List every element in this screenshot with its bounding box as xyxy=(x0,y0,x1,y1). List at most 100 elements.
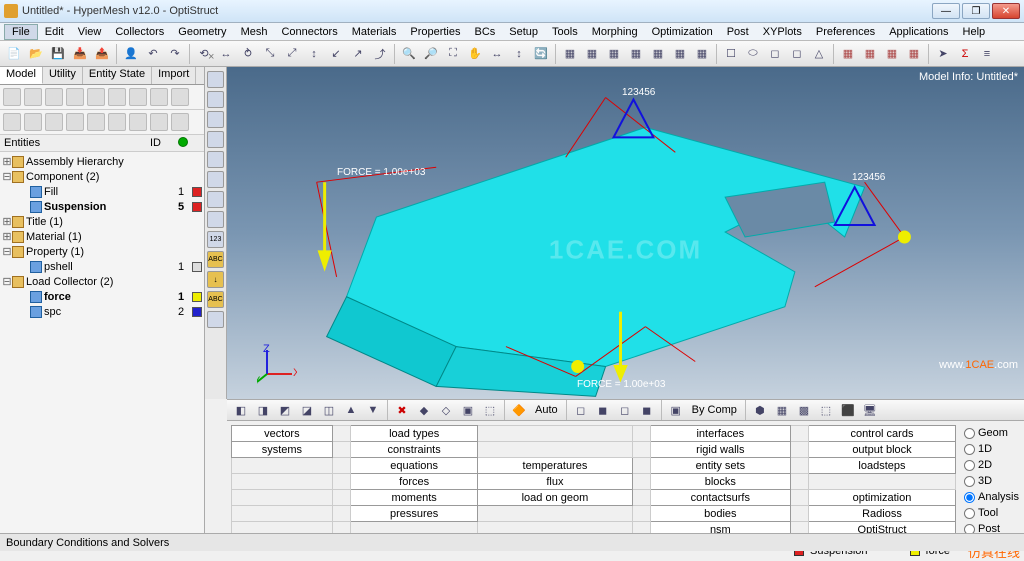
box-icon[interactable]: ☐ xyxy=(721,44,741,64)
cmd-constraints[interactable]: constraints xyxy=(351,442,478,458)
func-icon[interactable]: ➤ xyxy=(933,44,953,64)
vtool-icon[interactable]: ↓ xyxy=(207,271,224,288)
menu-help[interactable]: Help xyxy=(956,25,993,39)
close-button[interactable]: ✕ xyxy=(992,3,1020,19)
win1-icon[interactable]: ▦ xyxy=(560,44,580,64)
mt-icon[interactable] xyxy=(24,88,42,106)
tab-utility[interactable]: Utility xyxy=(43,67,83,84)
minimize-button[interactable]: — xyxy=(932,3,960,19)
vb-icon[interactable]: ◻ xyxy=(571,400,591,420)
vb-icon[interactable]: ◩ xyxy=(275,400,295,420)
mt-icon[interactable] xyxy=(108,113,126,131)
cmd-interfaces[interactable]: interfaces xyxy=(651,426,791,442)
tree-property[interactable]: Property (1) xyxy=(26,246,202,258)
vb-icon[interactable]: ⬢ xyxy=(750,400,770,420)
cmd-loadsteps[interactable]: loadsteps xyxy=(808,458,955,474)
vb-icon[interactable]: ▲ xyxy=(341,400,361,420)
cmd-temperatures[interactable]: temperatures xyxy=(478,458,633,474)
vb-icon[interactable]: ◻ xyxy=(615,400,635,420)
menu-mesh[interactable]: Mesh xyxy=(234,25,275,39)
cmd-optimization[interactable]: optimization xyxy=(808,490,955,506)
mt-icon[interactable] xyxy=(150,88,168,106)
grid1-icon[interactable]: ▦ xyxy=(838,44,858,64)
list-icon[interactable]: ≡ xyxy=(977,44,997,64)
axis-icon[interactable]: ⥁ xyxy=(238,44,258,64)
mt-icon[interactable] xyxy=(3,113,21,131)
redo-icon[interactable]: ↷ xyxy=(165,44,185,64)
cmd-Radioss[interactable]: Radioss xyxy=(808,506,955,522)
mt-icon[interactable] xyxy=(171,88,189,106)
radio-3d[interactable]: 3D xyxy=(964,473,1020,489)
vtool-icon[interactable] xyxy=(207,71,224,88)
menu-materials[interactable]: Materials xyxy=(345,25,404,39)
menu-optimization[interactable]: Optimization xyxy=(645,25,720,39)
win7-icon[interactable]: ▦ xyxy=(692,44,712,64)
mt-icon[interactable] xyxy=(87,113,105,131)
radio-analysis[interactable]: Analysis xyxy=(964,489,1020,505)
vb-icon[interactable]: ◼ xyxy=(593,400,613,420)
menu-collectors[interactable]: Collectors xyxy=(108,25,171,39)
vb-icon[interactable]: 🖥 xyxy=(860,400,880,420)
vtool-icon[interactable]: ABC xyxy=(207,251,224,268)
vtool-icon[interactable] xyxy=(207,191,224,208)
cmd-control-cards[interactable]: control cards xyxy=(808,426,955,442)
cmd-rigid-walls[interactable]: rigid walls xyxy=(651,442,791,458)
cmd-systems[interactable]: systems xyxy=(232,442,333,458)
user-icon[interactable]: 👤 xyxy=(121,44,141,64)
menu-post[interactable]: Post xyxy=(720,25,756,39)
cmd-blocks[interactable]: blocks xyxy=(651,474,791,490)
tree-fill[interactable]: Fill xyxy=(44,186,178,198)
mt-icon[interactable] xyxy=(171,113,189,131)
menu-view[interactable]: View xyxy=(71,25,109,39)
axis7-icon[interactable]: ⤴ xyxy=(370,44,390,64)
win3-icon[interactable]: ▦ xyxy=(604,44,624,64)
maximize-button[interactable]: ❐ xyxy=(962,3,990,19)
cmd-equations[interactable]: equations xyxy=(351,458,478,474)
color-swatch[interactable] xyxy=(192,262,202,272)
vtool-icon[interactable] xyxy=(207,211,224,228)
vtool-icon[interactable] xyxy=(207,91,224,108)
vtool-icon[interactable] xyxy=(207,151,224,168)
vtool-icon[interactable]: ABC xyxy=(207,291,224,308)
vb-icon[interactable]: ▣ xyxy=(458,400,478,420)
vtool-icon[interactable]: 123 xyxy=(207,231,224,248)
spin-icon[interactable]: 🔄 xyxy=(531,44,551,64)
radio-tool[interactable]: Tool xyxy=(964,505,1020,521)
tree-suspension[interactable]: Suspension xyxy=(44,201,178,213)
vb-icon[interactable]: ◇ xyxy=(436,400,456,420)
grid4-icon[interactable]: ▦ xyxy=(904,44,924,64)
cmd-load-types[interactable]: load types xyxy=(351,426,478,442)
cmd-forces[interactable]: forces xyxy=(351,474,478,490)
mt-icon[interactable] xyxy=(66,113,84,131)
tree-pshell[interactable]: pshell xyxy=(44,261,178,273)
vtool-icon[interactable] xyxy=(207,311,224,328)
tree-component[interactable]: Component (2) xyxy=(26,171,202,183)
cube2-icon[interactable]: ◻ xyxy=(787,44,807,64)
radio-2d[interactable]: 2D xyxy=(964,457,1020,473)
axis4-icon[interactable]: ↕ xyxy=(304,44,324,64)
vb-icon[interactable]: ⬛ xyxy=(838,400,858,420)
color-swatch[interactable] xyxy=(192,307,202,317)
undo-icon[interactable]: ↶ xyxy=(143,44,163,64)
tab-model[interactable]: Model xyxy=(0,67,43,84)
menu-tools[interactable]: Tools xyxy=(545,25,585,39)
cone-icon[interactable]: △ xyxy=(809,44,829,64)
cmd-bodies[interactable]: bodies xyxy=(651,506,791,522)
color-swatch[interactable] xyxy=(192,202,202,212)
cmd-load-on-geom[interactable]: load on geom xyxy=(478,490,633,506)
menu-bcs[interactable]: BCs xyxy=(468,25,503,39)
model-tree[interactable]: ⊞Assembly Hierarchy ⊟Component (2) Fill1… xyxy=(0,152,204,533)
auto-label[interactable]: Auto xyxy=(531,404,562,416)
cmd-output-block[interactable]: output block xyxy=(808,442,955,458)
color-icon[interactable]: 🔶 xyxy=(509,400,529,420)
mt-icon[interactable] xyxy=(129,88,147,106)
pan-icon[interactable]: ✋ xyxy=(465,44,485,64)
cmd-contactsurfs[interactable]: contactsurfs xyxy=(651,490,791,506)
vb-icon[interactable]: ◧ xyxy=(231,400,251,420)
tree-title[interactable]: Title (1) xyxy=(26,216,202,228)
panel-close-icon[interactable]: × xyxy=(208,51,214,63)
save-icon[interactable]: 💾 xyxy=(48,44,68,64)
menu-connectors[interactable]: Connectors xyxy=(274,25,344,39)
menu-morphing[interactable]: Morphing xyxy=(585,25,645,39)
pan3-icon[interactable]: ↕ xyxy=(509,44,529,64)
